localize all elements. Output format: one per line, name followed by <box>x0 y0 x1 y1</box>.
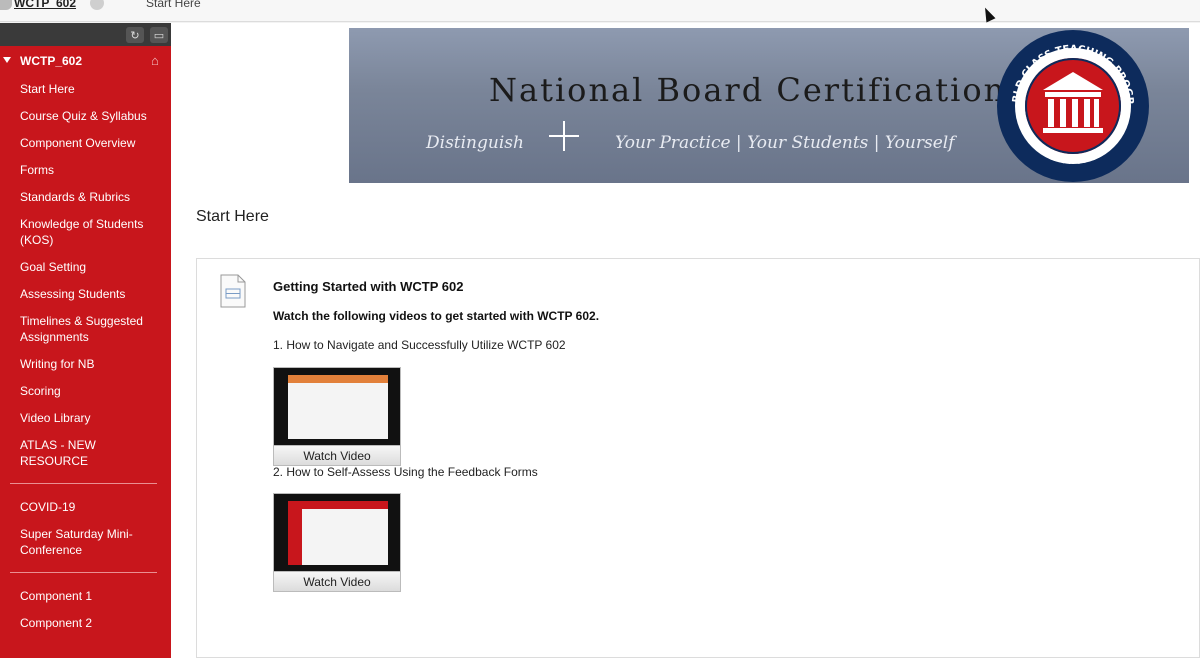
step-2-text: 2. How to Self-Assess Using the Feedback… <box>273 465 538 479</box>
course-title[interactable]: WCTP_602 <box>14 0 76 10</box>
item-subtitle: Watch the following videos to get starte… <box>273 309 600 323</box>
document-icon <box>220 274 246 308</box>
watch-video-button-1[interactable]: Watch Video <box>273 367 401 466</box>
menu-item-video-library[interactable]: Video Library <box>0 405 171 432</box>
menu-group-1: Start Here Course Quiz & Syllabus Compon… <box>0 76 171 475</box>
menu-item-course-quiz[interactable]: Course Quiz & Syllabus <box>0 103 171 130</box>
menu-item-writing[interactable]: Writing for NB <box>0 351 171 378</box>
breadcrumb-separator-icon <box>90 0 104 10</box>
banner-headline: National Board Certification <box>489 71 1007 109</box>
home-icon[interactable]: ⌂ <box>151 53 159 68</box>
course-banner: National Board Certification Distinguish… <box>349 28 1189 183</box>
menu-title[interactable]: WCTP_602 <box>20 54 82 68</box>
course-menu: ↻ ▭ WCTP_602 ⌂ Start Here Course Quiz & … <box>0 23 171 658</box>
page-title: Start Here <box>196 208 269 225</box>
refresh-icon[interactable]: ↻ <box>126 27 144 43</box>
menu-header: WCTP_602 ⌂ <box>0 46 171 76</box>
pin-icon[interactable] <box>0 0 12 10</box>
menu-group-2: COVID-19 Super Saturday Mini-Conference <box>0 494 171 564</box>
menu-item-atlas[interactable]: ATLAS - NEW RESOURCE <box>0 432 171 475</box>
menu-item-assessing-students[interactable]: Assessing Students <box>0 281 171 308</box>
menu-item-kos[interactable]: Knowledge of Students (KOS) <box>0 211 171 254</box>
video-thumbnail[interactable] <box>274 368 400 445</box>
menu-item-goal-setting[interactable]: Goal Setting <box>0 254 171 281</box>
menu-toolbar: ↻ ▭ <box>0 23 171 46</box>
menu-item-scoring[interactable]: Scoring <box>0 378 171 405</box>
folder-icon[interactable]: ▭ <box>150 27 168 43</box>
menu-item-component-2[interactable]: Component 2 <box>0 610 171 637</box>
video-thumbnail[interactable] <box>274 494 400 571</box>
menu-item-covid[interactable]: COVID-19 <box>0 494 171 521</box>
menu-divider <box>10 572 157 573</box>
content-area: National Board Certification Distinguish… <box>171 23 1200 658</box>
sparkle-icon <box>549 121 579 151</box>
watch-video-button-2[interactable]: Watch Video <box>273 493 401 592</box>
content-item: Getting Started with WCTP 602 Watch the … <box>196 258 1200 658</box>
menu-divider <box>10 483 157 484</box>
menu-item-start-here[interactable]: Start Here <box>0 76 171 103</box>
menu-item-component-overview[interactable]: Component Overview <box>0 130 171 157</box>
banner-tagline-right: Your Practice | Your Students | Yourself <box>615 133 955 153</box>
watch-video-label[interactable]: Watch Video <box>274 445 400 465</box>
menu-item-standards[interactable]: Standards & Rubrics <box>0 184 171 211</box>
university-seal-icon: WORLD CLASS TEACHING PROGRAM THE UNIVERS… <box>993 28 1149 182</box>
menu-item-timelines[interactable]: Timelines & Suggested Assignments <box>0 308 171 351</box>
breadcrumb[interactable]: Start Here <box>146 0 201 10</box>
collapse-caret-icon[interactable] <box>3 57 11 63</box>
menu-item-super-saturday[interactable]: Super Saturday Mini-Conference <box>0 521 171 564</box>
menu-group-3: Component 1 Component 2 <box>0 583 171 637</box>
watch-video-label[interactable]: Watch Video <box>274 571 400 591</box>
banner-tagline-left: Distinguish <box>426 133 524 153</box>
menu-item-forms[interactable]: Forms <box>0 157 171 184</box>
menu-item-component-1[interactable]: Component 1 <box>0 583 171 610</box>
step-1-text: 1. How to Navigate and Successfully Util… <box>273 338 566 352</box>
item-title[interactable]: Getting Started with WCTP 602 <box>273 279 463 294</box>
top-bar: WCTP_602 Start Here <box>0 0 1200 22</box>
